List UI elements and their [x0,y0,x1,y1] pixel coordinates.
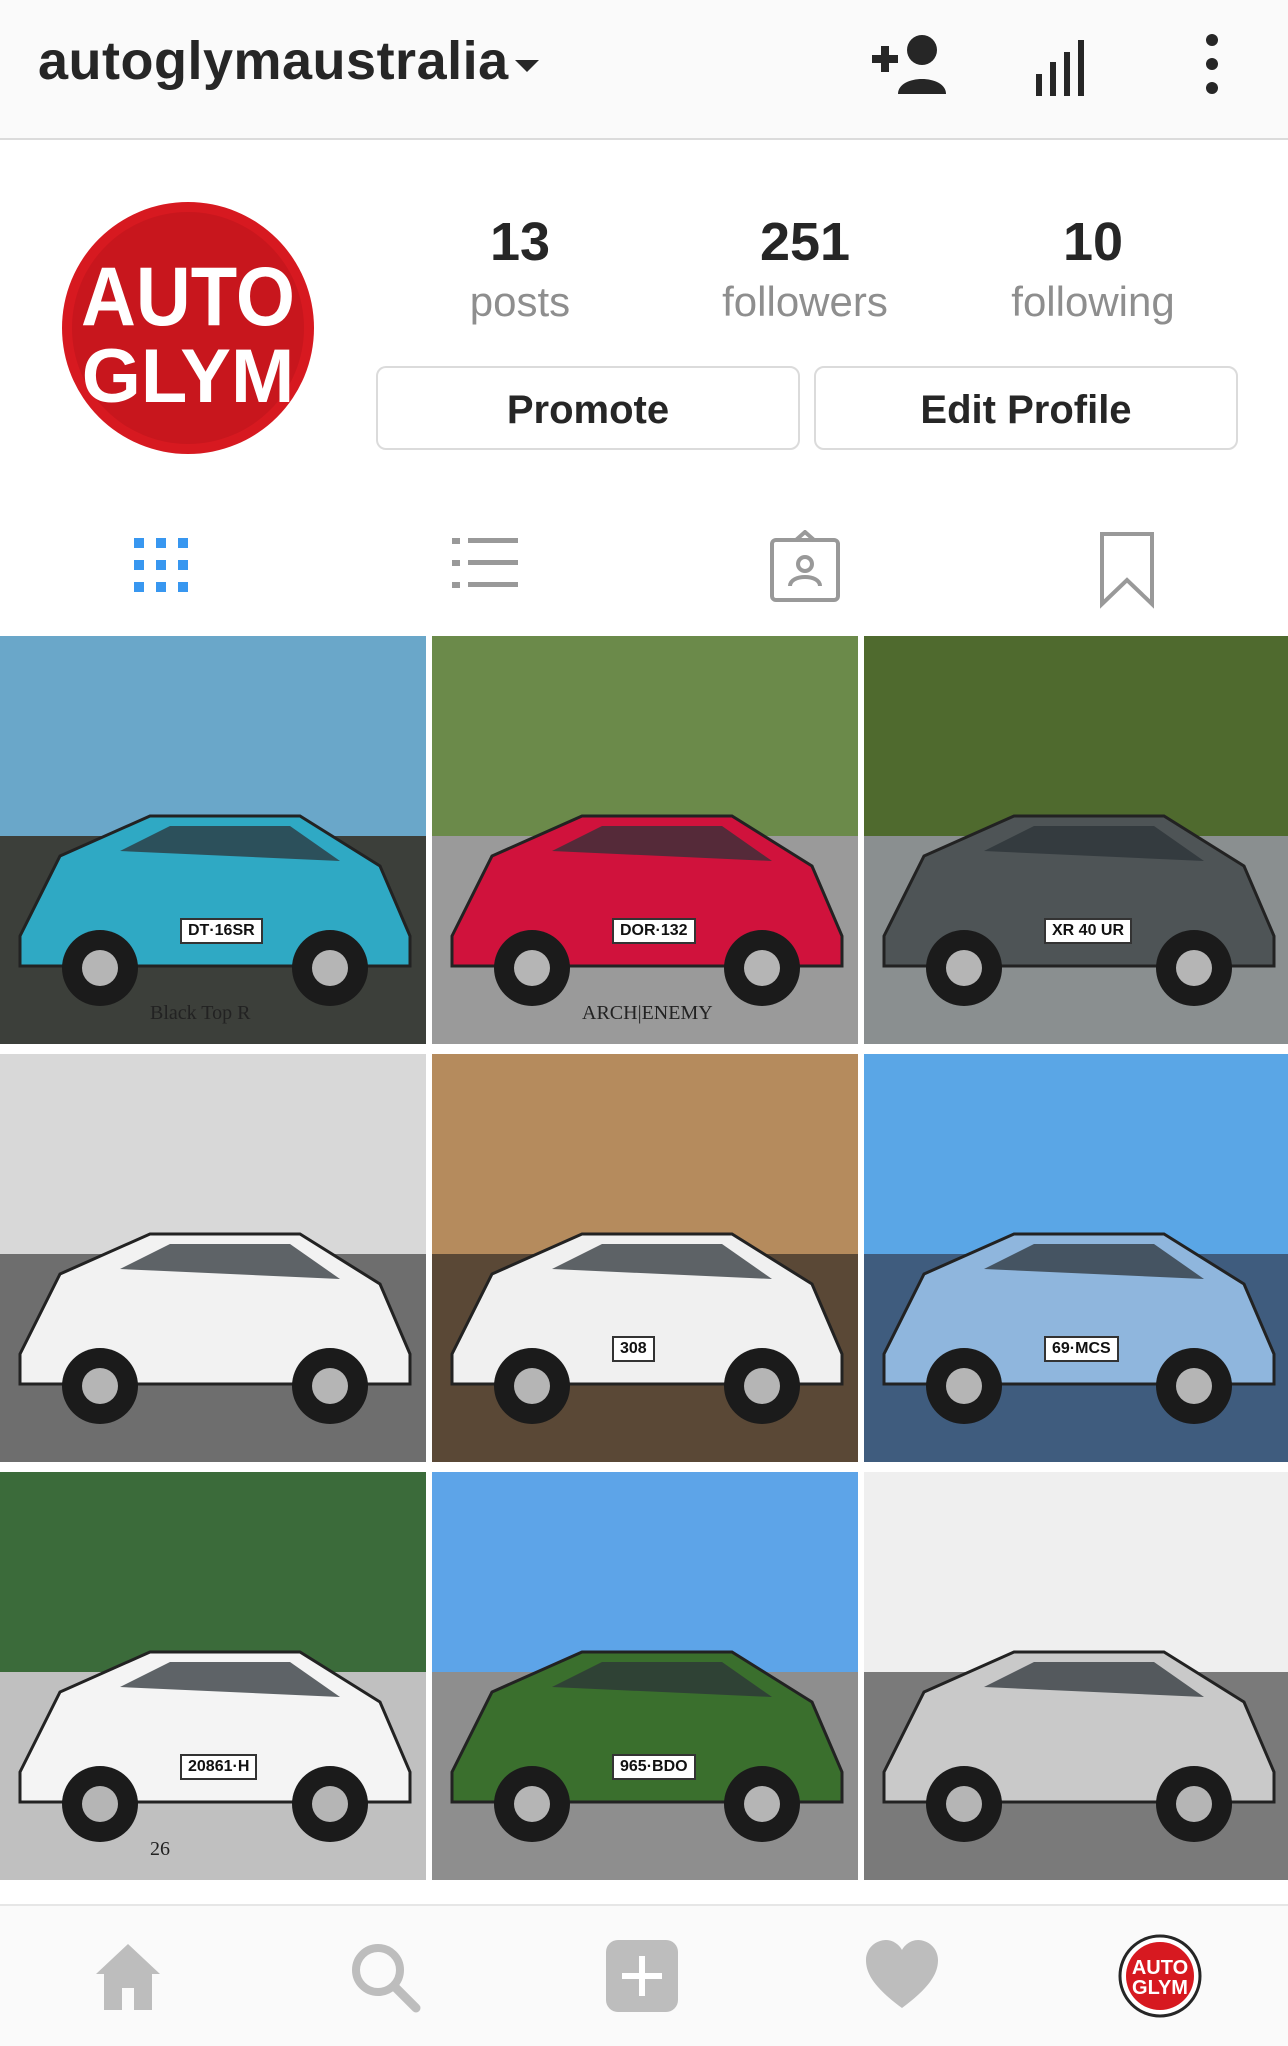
logo-line-auto: AUTO [81,250,295,343]
red-skyline-post[interactable]: DOR·132 ARCH|ENEMY [432,636,858,1044]
posts-stat[interactable]: 13 posts [390,210,650,330]
add-person-icon[interactable] [872,30,956,100]
following-count: 10 [1062,212,1124,272]
bookmark-icon[interactable] [1082,530,1172,610]
profile-tabs [0,500,1288,630]
license-plate: 20861·H [180,1754,258,1780]
posts-label: posts [469,278,571,325]
post-photo [0,636,426,1044]
blue-commodore-post[interactable]: 965·BDO [432,1472,858,1880]
followers-count: 251 [759,212,851,272]
license-plate: XR 40 UR [1044,918,1133,944]
white-torana-post[interactable]: 308 [432,1054,858,1462]
tagged-icon[interactable] [760,530,850,610]
nav-logo-line2: GLYM [1132,1977,1188,1999]
license-plate: DT·16SR [180,918,263,944]
account-username[interactable]: autoglymaustralia [38,30,509,92]
post-photo [432,1054,858,1462]
autoglym-logo: AUTO GLYM [81,250,295,419]
photo-caption: 26 [150,1838,170,1860]
more-vertical-icon[interactable] [1170,30,1254,100]
license-plate: 965·BDO [612,1754,696,1780]
post-photo [0,1472,426,1880]
license-plate: DOR·132 [612,918,696,944]
list-icon[interactable] [438,530,528,610]
followers-stat[interactable]: 251 followers [675,210,935,330]
white-monaro-post[interactable] [0,1054,426,1462]
following-label: following [1011,278,1175,325]
white-bmw-post[interactable]: 20861·H 26 [0,1472,426,1880]
caret-down-icon[interactable] [515,60,539,72]
photo-caption: Black Top R [150,1002,251,1024]
post-photo [432,636,858,1044]
post-photo [864,1054,1288,1462]
following-stat[interactable]: 10 following [963,210,1223,330]
posts-count: 13 [489,212,551,272]
license-plate: 69·MCS [1044,1336,1119,1362]
activity-heart-icon[interactable] [862,1936,942,2016]
search-icon[interactable] [344,1936,424,2016]
grid-icon[interactable] [116,530,206,610]
edit-profile-button[interactable]: Edit Profile [814,366,1238,450]
photo-caption: ARCH|ENEMY [582,1002,713,1024]
followers-label: followers [722,278,888,325]
post-photo [0,1054,426,1462]
post-photo [864,1472,1288,1880]
bottom-nav: AUTO GLYM [0,1904,1288,2046]
nav-logo-line1: AUTO [1132,1957,1188,1979]
blue-mini-post[interactable]: 69·MCS [864,1054,1288,1462]
profile-avatar[interactable]: AUTO GLYM [62,202,314,454]
insights-icon[interactable] [1024,30,1108,100]
post-photo [864,636,1288,1044]
license-plate: 308 [612,1336,655,1362]
top-bar: autoglymaustralia [0,0,1288,140]
logo-line-glym: GLYM [82,334,295,419]
silver-integra-post[interactable] [864,1472,1288,1880]
grey-fiesta-post[interactable]: XR 40 UR [864,636,1288,1044]
promote-button[interactable]: Promote [376,366,800,450]
post-photo [432,1472,858,1880]
blue-datsun-post[interactable]: DT·16SR Black Top R [0,636,426,1044]
new-post-icon[interactable] [602,1936,682,2016]
profile-avatar-icon[interactable]: AUTO GLYM [1118,1934,1202,2018]
home-icon[interactable] [88,1936,168,2016]
